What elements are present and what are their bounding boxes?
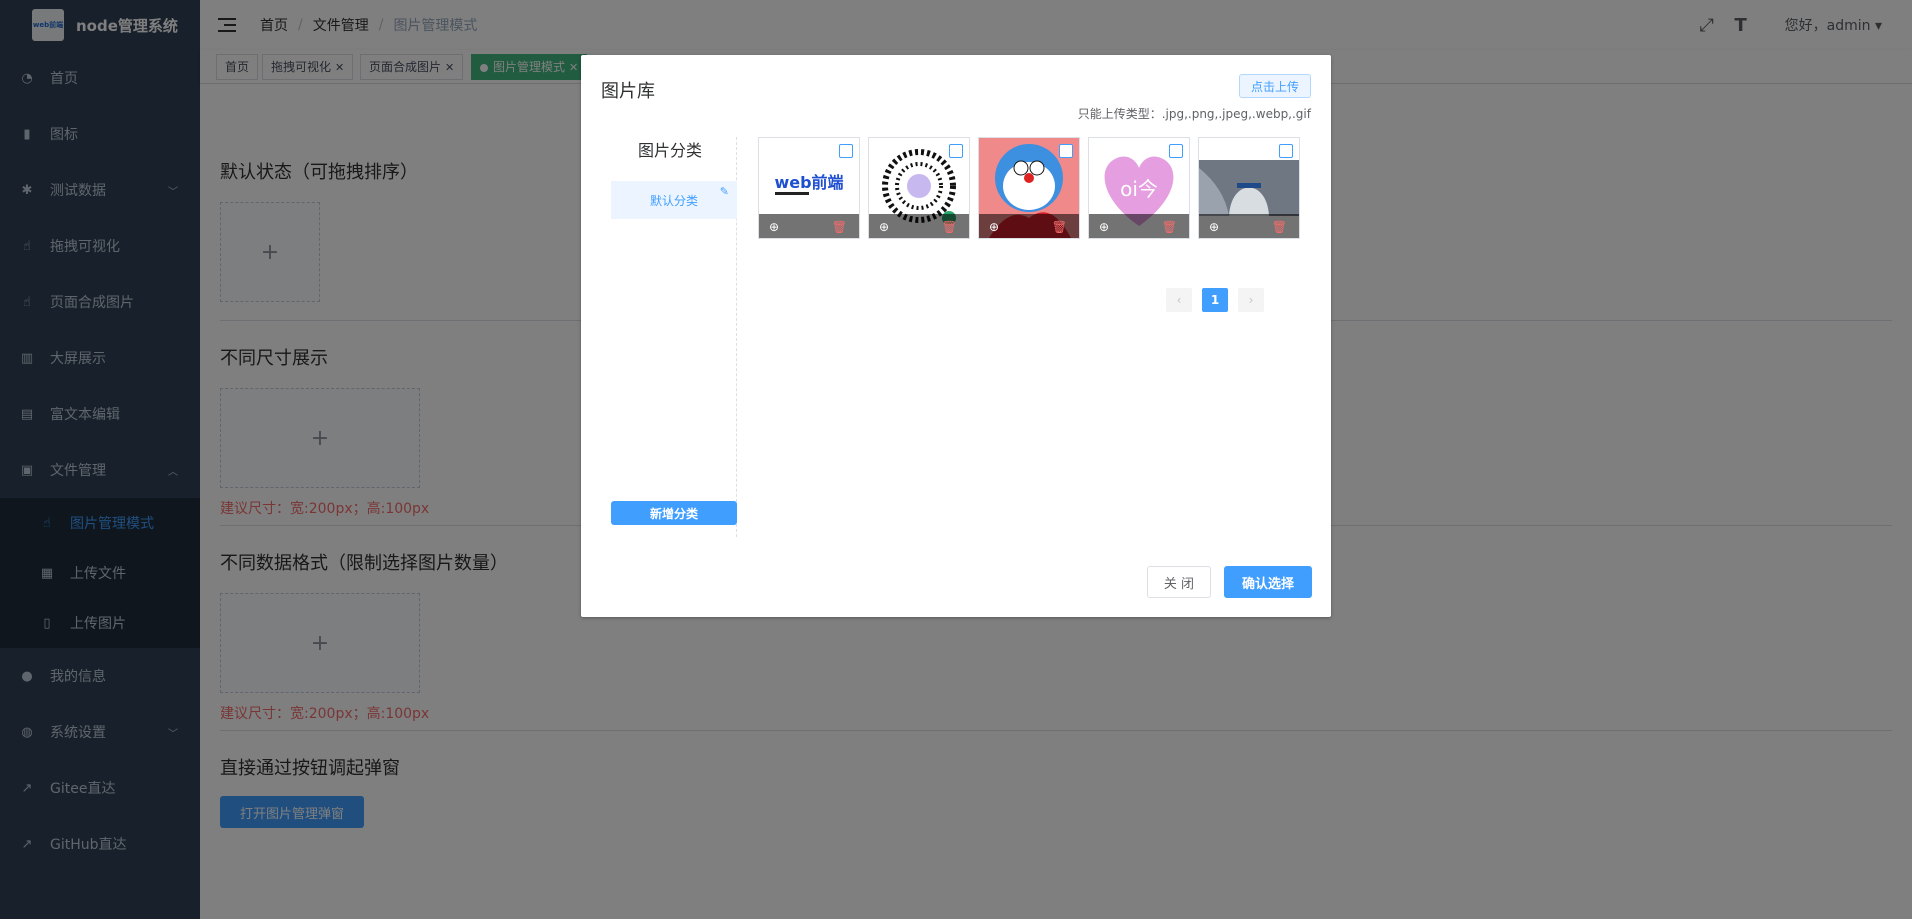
image-thumb[interactable]: oi今 ⊕ 🗑 <box>1088 137 1190 239</box>
select-checkbox[interactable] <box>1059 144 1073 158</box>
delete-icon[interactable]: 🗑 <box>1162 220 1177 234</box>
next-page-button[interactable]: › <box>1238 288 1264 312</box>
zoom-in-icon[interactable]: ⊕ <box>879 220 889 234</box>
zoom-in-icon[interactable]: ⊕ <box>1209 220 1219 234</box>
image-thumb[interactable]: ⊕ 🗑 <box>868 137 970 239</box>
category-item-default[interactable]: 默认分类 ✎ <box>611 181 737 219</box>
zoom-in-icon[interactable]: ⊕ <box>769 220 779 234</box>
image-caption: oi今 <box>1120 177 1158 201</box>
upload-button[interactable]: 点击上传 <box>1239 74 1311 98</box>
category-title: 图片分类 <box>637 141 702 160</box>
prev-page-button[interactable]: ‹ <box>1166 288 1192 312</box>
page-number[interactable]: 1 <box>1202 288 1228 312</box>
select-checkbox[interactable] <box>1279 144 1293 158</box>
delete-icon[interactable]: 🗑 <box>1272 220 1287 234</box>
image-library-dialog: 图片库 点击上传 只能上传类型：.jpg,.png,.jpeg,.webp,.g… <box>581 55 1331 617</box>
zoom-in-icon[interactable]: ⊕ <box>1099 220 1109 234</box>
allowed-types: 只能上传类型：.jpg,.png,.jpeg,.webp,.gif <box>1077 107 1311 121</box>
edit-icon[interactable]: ✎ <box>720 185 729 198</box>
select-checkbox[interactable] <box>1169 144 1183 158</box>
add-category-button[interactable]: 新增分类 <box>611 501 737 525</box>
pagination: ‹ 1 › <box>1161 288 1269 312</box>
image-thumb[interactable]: ⊕ 🗑 <box>978 137 1080 239</box>
select-checkbox[interactable] <box>839 144 853 158</box>
category-panel: 图片分类 默认分类 ✎ 新增分类 <box>611 137 737 537</box>
select-checkbox[interactable] <box>949 144 963 158</box>
zoom-in-icon[interactable]: ⊕ <box>989 220 999 234</box>
image-thumb[interactable]: web前端 ⊕ 🗑 <box>758 137 860 239</box>
confirm-selection-button[interactable]: 确认选择 <box>1224 566 1312 598</box>
delete-icon[interactable]: 🗑 <box>832 220 847 234</box>
close-button[interactable]: 关 闭 <box>1147 566 1211 598</box>
delete-icon[interactable]: 🗑 <box>1052 220 1067 234</box>
image-caption: web前端 <box>774 173 843 192</box>
image-thumb[interactable]: ⊕ 🗑 <box>1198 137 1300 239</box>
delete-icon[interactable]: 🗑 <box>942 220 957 234</box>
category-label: 默认分类 <box>649 193 698 208</box>
dialog-title: 图片库 <box>601 81 655 102</box>
